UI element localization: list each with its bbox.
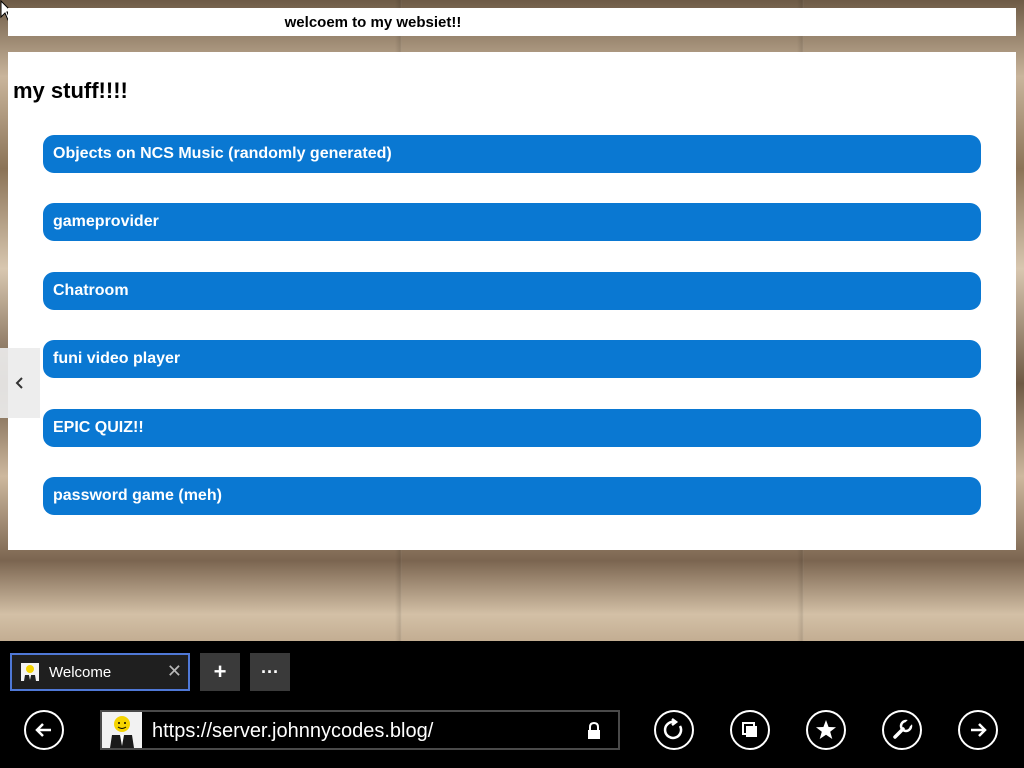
- link-chatroom[interactable]: Chatroom: [43, 272, 981, 310]
- chevron-left-icon: [15, 377, 23, 389]
- link-video-player[interactable]: funi video player: [43, 340, 981, 378]
- site-title: welcoem to my websiet!!: [284, 14, 462, 31]
- new-tab-button[interactable]: +: [200, 653, 240, 691]
- main-panel: my stuff!!!! Objects on NCS Music (rando…: [8, 52, 1016, 550]
- tabs-button[interactable]: [730, 710, 770, 750]
- lock-icon: [588, 722, 600, 739]
- forward-arrow-icon: [971, 723, 987, 737]
- tab-welcome[interactable]: Welcome ✕: [10, 653, 190, 691]
- page-heading: my stuff!!!!: [13, 78, 128, 103]
- tools-button[interactable]: [882, 710, 922, 750]
- url-text[interactable]: https://server.johnnycodes.blog/: [152, 720, 433, 743]
- page-back-handle[interactable]: [0, 348, 40, 418]
- link-epic-quiz[interactable]: EPIC QUIZ!!: [43, 409, 981, 447]
- address-bar[interactable]: https://server.johnnycodes.blog/: [100, 710, 620, 750]
- link-password-game[interactable]: password game (meh): [43, 477, 981, 515]
- link-gameprovider[interactable]: gameprovider: [43, 203, 981, 241]
- forward-button[interactable]: [958, 710, 998, 750]
- more-options-button[interactable]: ···: [250, 653, 290, 691]
- favicon-avatar-icon: [21, 663, 39, 681]
- refresh-icon: [663, 718, 683, 740]
- favorites-button[interactable]: [806, 710, 846, 750]
- back-arrow-icon: [35, 723, 51, 737]
- close-icon[interactable]: ✕: [167, 661, 182, 682]
- tab-label: Welcome: [49, 664, 112, 681]
- refresh-button[interactable]: [654, 710, 694, 750]
- link-ncs-objects[interactable]: Objects on NCS Music (randomly generated…: [43, 135, 981, 173]
- favorites-star-icon: [816, 720, 836, 739]
- site-header: welcoem to my websiet!!: [8, 8, 1016, 36]
- tabs-icon: [742, 722, 757, 737]
- back-button[interactable]: [24, 710, 64, 750]
- site-avatar-icon: [102, 712, 142, 748]
- browser-chrome: Welcome ✕ + ··· https://server.johnnycod…: [0, 641, 1024, 768]
- tools-wrench-icon: [893, 719, 913, 739]
